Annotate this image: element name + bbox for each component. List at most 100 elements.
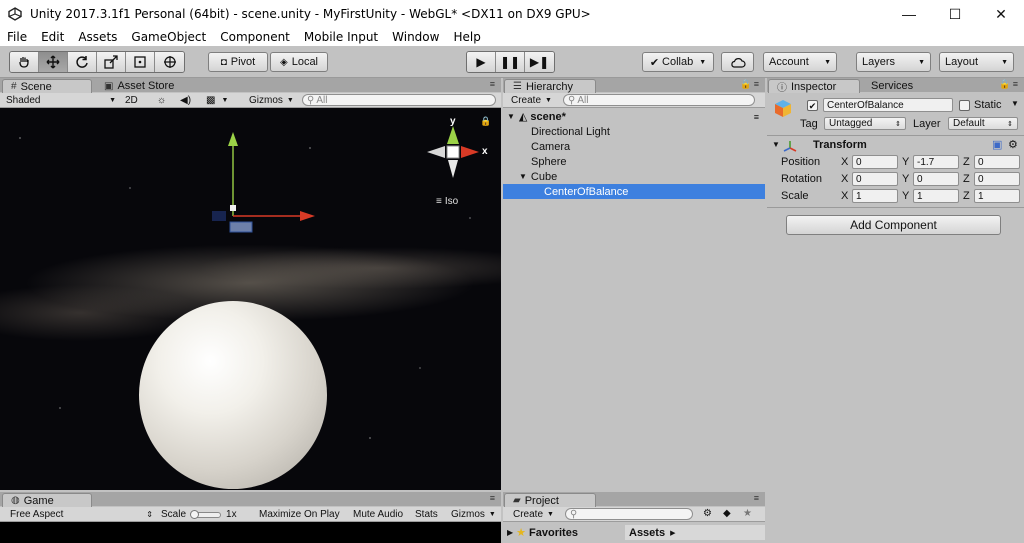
scene-search-input[interactable]: ⚲ All [302, 94, 496, 106]
maximize-button[interactable]: ☐ [932, 0, 978, 28]
aspect-dropdown[interactable]: Free Aspect ⇕ [10, 508, 155, 521]
active-checkbox[interactable]: ✔ [807, 100, 818, 111]
tag-dropdown[interactable]: Untagged ⇕ [824, 117, 906, 130]
panel-menu-icon[interactable]: ≡ [490, 79, 495, 89]
minimize-button[interactable]: — [886, 0, 932, 28]
y-axis-label[interactable]: Y [902, 190, 909, 202]
panel-menu-icon[interactable]: 🔒 ≡ [740, 79, 759, 90]
scene-menu-icon[interactable]: ≡ [754, 112, 759, 122]
menu-gameobject[interactable]: GameObject [128, 30, 206, 44]
scale-tool-button[interactable] [97, 52, 126, 72]
account-dropdown[interactable]: Account ▼ [763, 52, 837, 72]
game-viewport[interactable] [0, 522, 501, 543]
scale-y-field[interactable]: 1 [913, 189, 959, 203]
scale-x-field[interactable]: 1 [852, 189, 898, 203]
x-axis-label[interactable]: X [841, 173, 848, 185]
pause-button[interactable]: ❚❚ [496, 52, 525, 72]
sphere-object[interactable] [139, 301, 327, 489]
collab-dropdown[interactable]: ✔ Collab ▼ [642, 52, 714, 72]
menu-window[interactable]: Window [389, 30, 439, 44]
hierarchy-item-sphere[interactable]: Sphere [503, 154, 765, 169]
scene-root-item[interactable]: ▼ ◭ scene* ≡ [503, 109, 765, 124]
step-button[interactable]: ▶❚ [525, 52, 554, 72]
position-y-field[interactable]: -1.7 [913, 155, 959, 169]
hierarchy-item-directional-light[interactable]: Directional Light [503, 124, 765, 139]
z-axis-label[interactable]: Z [963, 156, 970, 168]
help-book-icon[interactable]: ▣ [992, 138, 1002, 151]
slider-track[interactable] [190, 509, 222, 519]
y-axis-label[interactable]: Y [902, 173, 909, 185]
rotation-x-field[interactable]: 0 [852, 172, 898, 186]
filter-label-icon[interactable]: ◆ [723, 508, 731, 519]
rotate-tool-button[interactable] [68, 52, 97, 72]
tab-game[interactable]: ◍ Game [2, 493, 92, 507]
lighting-toggle[interactable]: ☼ [157, 94, 166, 107]
menu-file[interactable]: File [4, 30, 27, 44]
project-create-dropdown[interactable]: Create ▼ [513, 508, 561, 521]
expand-arrow-icon[interactable]: ▼ [772, 140, 780, 149]
effects-dropdown[interactable]: ▩ ▼ [206, 94, 228, 107]
x-axis-label[interactable]: X [841, 156, 848, 168]
hand-tool-button[interactable] [10, 52, 39, 72]
hierarchy-item-center-of-balance[interactable]: CenterOfBalance [503, 184, 765, 199]
menu-edit[interactable]: Edit [38, 30, 64, 44]
cloud-button[interactable] [721, 52, 754, 72]
layout-dropdown[interactable]: Layout ▼ [939, 52, 1014, 72]
mute-audio-toggle[interactable]: Mute Audio [353, 508, 403, 521]
2d-toggle[interactable]: 2D [125, 94, 145, 107]
tab-services[interactable]: Services [863, 79, 943, 93]
slider-thumb[interactable] [190, 509, 200, 519]
local-toggle[interactable]: ◈ Local [270, 52, 328, 72]
layer-dropdown[interactable]: Default ⇕ [948, 117, 1018, 130]
transform-tool-button[interactable] [155, 52, 184, 72]
scene-viewport[interactable]: y x ≡ Iso 🔒 [0, 108, 501, 490]
hierarchy-search-input[interactable]: ⚲ All [563, 94, 755, 106]
tab-project[interactable]: ▰ Project [504, 493, 596, 507]
x-axis-label[interactable]: X [841, 190, 848, 202]
hierarchy-create-dropdown[interactable]: Create ▼ [511, 94, 559, 107]
rect-tool-button[interactable] [126, 52, 155, 72]
panel-menu-icon[interactable]: 🔒 ≡ [999, 79, 1018, 90]
close-button[interactable]: ✕ [978, 0, 1024, 28]
menu-help[interactable]: Help [450, 30, 480, 44]
tab-hierarchy[interactable]: ☰ Hierarchy [504, 79, 596, 93]
y-axis-label[interactable]: Y [902, 156, 909, 168]
move-tool-button[interactable] [39, 52, 68, 72]
tab-inspector[interactable]: ⓘ Inspector [768, 79, 860, 94]
static-checkbox[interactable] [959, 100, 970, 111]
pivot-toggle[interactable]: ◘ Pivot [208, 52, 268, 72]
favorite-star-icon[interactable]: ★ [743, 508, 752, 519]
rotation-z-field[interactable]: 0 [974, 172, 1020, 186]
play-button[interactable]: ▶ [467, 52, 496, 72]
tab-asset-store[interactable]: ▣ Asset Store [96, 79, 186, 93]
position-x-field[interactable]: 0 [852, 155, 898, 169]
gear-icon[interactable]: ⚙ [1008, 138, 1018, 151]
static-dropdown-icon[interactable]: ▼ [1011, 99, 1019, 108]
position-z-field[interactable]: 0 [974, 155, 1020, 169]
maximize-on-play-toggle[interactable]: Maximize On Play [259, 508, 340, 521]
menu-component[interactable]: Component [217, 30, 290, 44]
object-name-field[interactable]: CenterOfBalance [823, 98, 953, 112]
shading-mode-dropdown[interactable]: Shaded ▼ [6, 94, 118, 107]
hierarchy-item-camera[interactable]: Camera [503, 139, 765, 154]
menu-mobile-input[interactable]: Mobile Input [301, 30, 378, 44]
z-axis-label[interactable]: Z [963, 190, 970, 202]
add-component-button[interactable]: Add Component [786, 215, 1001, 235]
z-axis-label[interactable]: Z [963, 173, 970, 185]
stats-toggle[interactable]: Stats [415, 508, 438, 521]
layers-dropdown[interactable]: Layers ▼ [856, 52, 931, 72]
transform-header[interactable]: ▼ Transform ▣ ⚙ [767, 138, 1024, 154]
filter-type-icon[interactable]: ⚙ [703, 508, 712, 519]
panel-menu-icon[interactable]: ≡ [754, 493, 759, 503]
projection-toggle[interactable]: ≡ Iso [436, 196, 458, 207]
lock-icon[interactable]: 🔒 [480, 116, 491, 127]
tab-scene[interactable]: # Scene [2, 79, 92, 93]
expand-arrow-icon[interactable]: ▼ [507, 112, 515, 121]
audio-toggle[interactable]: ◀) [180, 94, 191, 107]
hierarchy-item-cube[interactable]: ▼ Cube [503, 169, 765, 184]
scale-slider[interactable]: Scale 1x [161, 508, 251, 521]
menu-assets[interactable]: Assets [75, 30, 117, 44]
panel-menu-icon[interactable]: ≡ [490, 493, 495, 503]
project-favorites-item[interactable]: ▶ ★ Favorites [507, 525, 625, 540]
move-gizmo[interactable] [200, 124, 330, 234]
